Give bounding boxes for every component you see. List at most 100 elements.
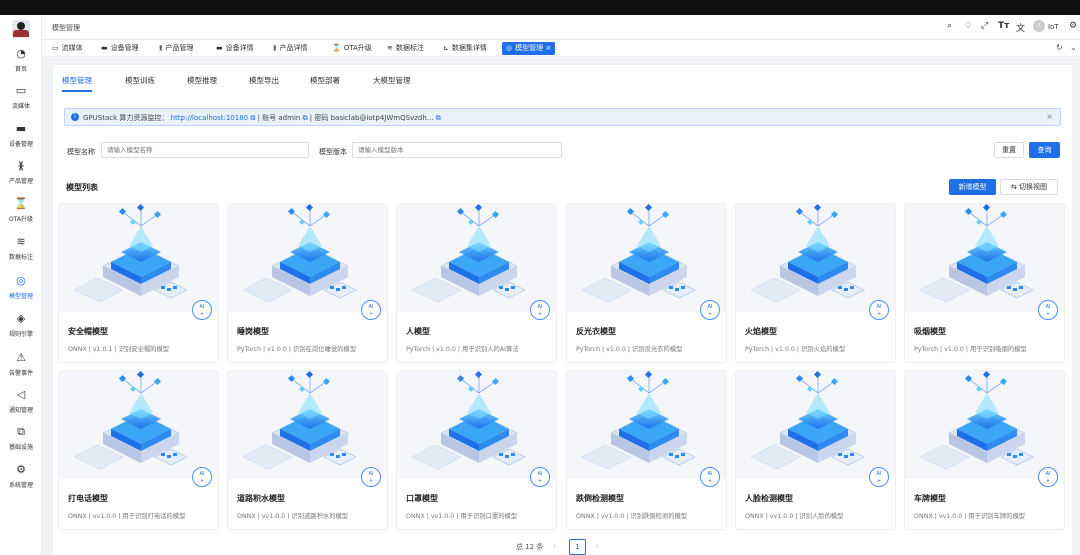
switch-view-button[interactable]: ⇆ 切换视图 — [1000, 179, 1058, 195]
avatar[interactable]: I — [1033, 20, 1045, 32]
sidebar-item-6[interactable]: ◎ 模型管理 — [0, 272, 42, 308]
model-description: PyTorch | v1.0.0 | 识别反光衣的模型 — [576, 346, 683, 353]
breadcrumb: 模型管理 — [52, 24, 80, 32]
username[interactable]: IoT — [1048, 23, 1059, 31]
tab-5[interactable]: ⌛ OTA升级 — [328, 42, 376, 55]
model-card[interactable]: AI + 人模型 PyTorch | v1.0.0 | 用于识别人的AI算法 — [396, 203, 557, 363]
close-icon[interactable]: × — [545, 44, 551, 52]
search-button[interactable]: 查询 — [1029, 142, 1060, 158]
model-card[interactable]: AI + 反光衣模型 PyTorch | v1.0.0 | 识别反光衣的模型 — [566, 203, 727, 363]
tab-1[interactable]: ▬ 设备管理 — [97, 42, 143, 55]
model-card-image — [228, 204, 387, 312]
pagination-total: 总 12 条 — [516, 543, 544, 551]
tab-4[interactable]: ᚕ 产品详情 — [269, 42, 312, 55]
prev-page-button[interactable]: ‹ — [553, 542, 556, 550]
tab-2[interactable]: ᚕ 产品管理 — [155, 42, 198, 55]
sidebar-item-8[interactable]: ⚠ 告警事件 — [0, 349, 42, 385]
ai-badge-icon[interactable]: AI + — [700, 300, 720, 320]
ai-badge-icon[interactable]: AI + — [1038, 467, 1058, 487]
model-card[interactable]: AI + 车牌模型 ONNX | vv1.0.0 | 用于识别车牌的模型 — [904, 370, 1065, 530]
ai-badge-label: AI — [537, 304, 543, 310]
model-version-input[interactable] — [352, 142, 562, 158]
tab-8[interactable]: ◎ 模型管理 × — [502, 42, 556, 55]
model-card-image — [397, 371, 556, 479]
sidebar-item-10[interactable]: ⧉ 基础设施 — [0, 423, 42, 459]
model-card[interactable]: AI + 吸烟模型 PyTorch | v1.0.0 | 用于识别吸烟的模型 — [904, 203, 1065, 363]
ai-badge-icon[interactable]: AI + — [530, 467, 550, 487]
model-card-image — [397, 204, 556, 312]
sidebar-item-1[interactable]: ▭ 流媒体 — [0, 82, 42, 118]
model-card-image — [228, 371, 387, 479]
close-icon[interactable]: × — [1046, 112, 1053, 121]
ai-badge-icon[interactable]: AI + — [192, 300, 212, 320]
model-name: 道路积水模型 — [237, 494, 285, 503]
page-1-button[interactable]: 1 — [569, 539, 586, 555]
add-model-button[interactable]: 新增模型 — [949, 179, 996, 195]
gear-icon[interactable]: ⚙ — [1069, 21, 1077, 31]
ai-badge-icon[interactable]: AI + — [700, 467, 720, 487]
model-card[interactable]: AI + 睡岗模型 PyTorch | v1.0.0 | 识别在岗位睡觉的模型 — [227, 203, 388, 363]
gpustack-link[interactable]: http://localhost:10180 — [171, 114, 249, 122]
subtab-5[interactable]: 大模型管理 — [373, 75, 411, 86]
tab-6[interactable]: ≋ 数据标注 — [383, 42, 428, 55]
model-description: ONNX | v1.0.1 | 识别安全帽的模型 — [68, 346, 170, 353]
sidebar-item-label: 通知管理 — [8, 407, 33, 414]
model-card[interactable]: AI + 跌倒检测模型 ONNX | vv1.0.0 | 识别跌倒检测的模型 — [566, 370, 727, 530]
gear-icon: ⚙ — [16, 463, 26, 476]
gpu-monitor-alert: i GPUStack 算力资源监控： http://localhost:1018… — [64, 108, 1061, 126]
ai-badge-icon[interactable]: AI + — [530, 300, 550, 320]
model-card[interactable]: AI + 道路积水模型 ONNX | vv1.0.0 | 识别道路积水的模型 — [227, 370, 388, 530]
ai-badge-icon[interactable]: AI + — [361, 300, 381, 320]
model-card[interactable]: AI + 火焰模型 PyTorch | v1.0.0 | 识别火焰的模型 — [735, 203, 896, 363]
monitor-icon: ▬ — [216, 44, 223, 52]
ai-badge-icon[interactable]: AI + — [192, 467, 212, 487]
model-name: 跌倒检测模型 — [576, 494, 624, 503]
refresh-icon[interactable]: ↻ — [1056, 43, 1063, 52]
monitor-icon: ▬ — [101, 44, 108, 52]
ai-badge-icon[interactable]: AI + — [869, 300, 889, 320]
sidebar-item-2[interactable]: ▬ 设备管理 — [0, 120, 42, 156]
ai-badge-icon[interactable]: AI + — [869, 467, 889, 487]
next-page-button[interactable]: › — [596, 542, 599, 550]
bell-icon[interactable]: ♢ — [964, 21, 972, 31]
model-name-input[interactable] — [101, 142, 309, 158]
dashboard-icon: ◔ — [16, 47, 26, 60]
sidebar-item-9[interactable]: ◁ 通知管理 — [0, 386, 42, 422]
fullscreen-icon[interactable]: ⤢ — [981, 21, 988, 31]
search-icon[interactable]: ⌕ — [947, 21, 952, 31]
tab-7[interactable]: ⊾ 数据集详情 — [439, 42, 491, 55]
subtab-4[interactable]: 模型部署 — [310, 75, 340, 86]
model-description: ONNX | vv1.0.0 | 识别人脸的模型 — [745, 513, 844, 520]
model-card[interactable]: AI + 人脸检测模型 ONNX | vv1.0.0 | 识别人脸的模型 — [735, 370, 896, 530]
copy-icon[interactable]: ⧉ — [436, 114, 441, 122]
model-card[interactable]: AI + 口罩模型 ONNX | vv1.0.0 | 用于识别口罩的模型 — [396, 370, 557, 530]
subtab-3[interactable]: 模型导出 — [249, 75, 279, 86]
model-card[interactable]: AI + 安全帽模型 ONNX | v1.0.1 | 识别安全帽的模型 — [58, 203, 219, 363]
copy-icon[interactable]: ⧉ — [303, 114, 308, 122]
tab-3[interactable]: ▬ 设备详情 — [212, 42, 258, 55]
sidebar-item-0[interactable]: ◔ 首页 — [0, 45, 42, 81]
tab-0[interactable]: ▭ 流媒体 — [48, 42, 87, 55]
ai-badge-icon[interactable]: AI + — [361, 467, 381, 487]
chevron-down-icon[interactable]: ⌄ — [1070, 43, 1077, 52]
ai-badge-label: AI — [199, 304, 205, 310]
subtab-0[interactable]: 模型管理 — [62, 75, 92, 86]
ai-badge-plus: + — [368, 478, 374, 484]
copy-icon[interactable]: ⧉ — [250, 114, 255, 122]
sidebar-item-4[interactable]: ⌛ OTA升级 — [0, 195, 42, 231]
subtab-2[interactable]: 模型推理 — [187, 75, 217, 86]
alert-prefix: GPUStack 算力资源监控： — [83, 114, 169, 122]
active-tab-underline — [62, 90, 92, 92]
sidebar-item-7[interactable]: ◈ 规则引擎 — [0, 310, 42, 346]
sidebar-item-5[interactable]: ≋ 数据标注 — [0, 233, 42, 269]
ai-badge-icon[interactable]: AI + — [1038, 300, 1058, 320]
subtab-1[interactable]: 模型训练 — [125, 75, 155, 86]
reset-button[interactable]: 重置 — [994, 142, 1024, 158]
sidebar-item-11[interactable]: ⚙ 系统管理 — [0, 461, 42, 497]
translate-icon[interactable]: 文 — [1016, 21, 1025, 34]
sidebar-item-3[interactable]: ᚕ 产品管理 — [0, 157, 42, 193]
model-card[interactable]: AI + 打电话模型 ONNX | vv1.0.0 | 用于识别打电话的模型 — [58, 370, 219, 530]
sidebar-item-label: 基础设施 — [8, 444, 33, 451]
font-size-icon[interactable]: Tт — [998, 21, 1009, 31]
model-name: 火焰模型 — [745, 327, 777, 336]
